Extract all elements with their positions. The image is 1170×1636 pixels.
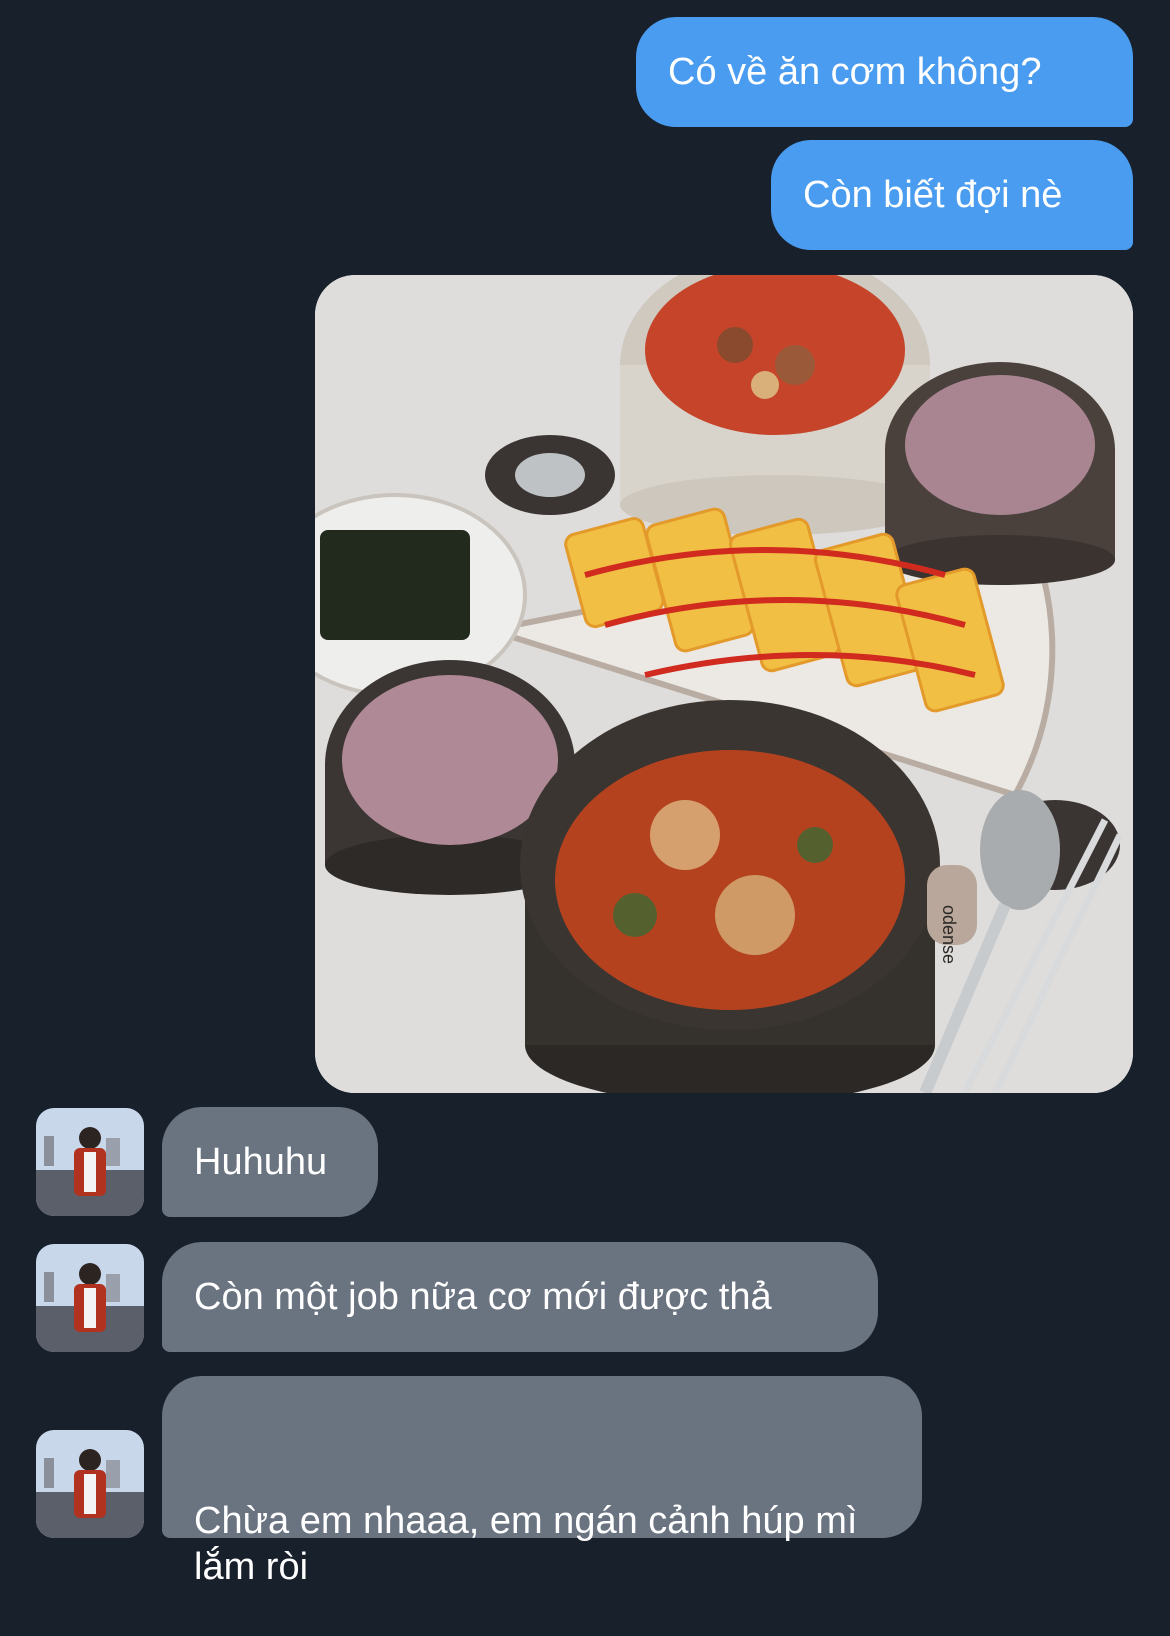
avatar[interactable] (36, 1244, 144, 1352)
meal-photo-image: odense (315, 275, 1133, 1093)
message-bubble-incoming[interactable]: Còn một job nữa cơ mới được thả (162, 1242, 878, 1352)
person-photo-icon (36, 1244, 144, 1352)
person-photo-icon (36, 1430, 144, 1538)
message-photo[interactable]: odense (315, 275, 1133, 1093)
message-bubble-incoming[interactable]: Chừa em nhaaa, em ngán cảnh húp mì lắm r… (162, 1376, 922, 1588)
avatar[interactable] (36, 1430, 144, 1538)
message-text: Huhuhu (194, 1141, 328, 1183)
message-text: Còn một job nữa cơ mới được thả (194, 1276, 772, 1318)
message-bubble-outgoing[interactable]: Còn biết đợi nè (771, 140, 1133, 250)
bowl-brand-label: odense (939, 905, 959, 964)
message-bubble-outgoing[interactable]: Có về ăn cơm không? (636, 17, 1133, 127)
person-photo-icon (36, 1108, 144, 1216)
message-bubble-incoming[interactable]: Huhuhu (162, 1107, 378, 1217)
message-text: Chừa em nhaaa, em ngán cảnh húp mì lắm r… (194, 1500, 868, 1588)
message-text: Còn biết đợi nè (803, 174, 1063, 216)
message-text: Có về ăn cơm không? (668, 51, 1042, 93)
avatar[interactable] (36, 1108, 144, 1216)
